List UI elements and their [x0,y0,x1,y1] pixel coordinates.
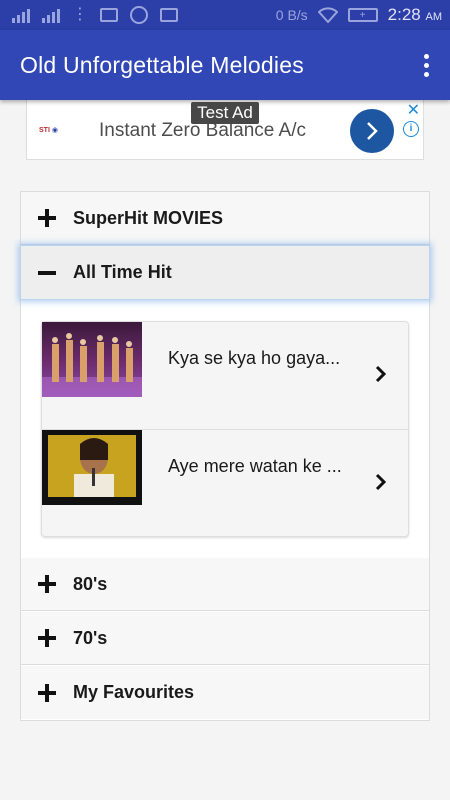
net-speed-text: 0 B/s [275,7,308,23]
more-notifications-icon: ⋮ [72,6,88,23]
chevron-right-icon[interactable] [375,365,387,383]
ad-info-icon[interactable]: i [403,121,419,137]
category-label: 70's [73,627,108,648]
song-thumbnail [42,430,142,505]
gallery-icon [100,8,118,22]
song-item[interactable]: Kya se kya ho gaya... [42,322,408,429]
status-bar: ⋮ 0 B/s + 2:28 AM [0,0,450,30]
minus-icon [21,264,73,282]
status-left-icons: ⋮ [12,6,178,24]
ad-logo: STI ◉ [39,127,58,134]
whatsapp-icon [130,6,148,24]
signal-2-icon [42,7,60,23]
app-bar: Old Unforgettable Melodies [0,30,450,100]
song-title: Aye mere watan ke ... [168,456,342,476]
plus-icon [21,683,73,702]
category-label: SuperHit MOVIES [73,207,224,228]
chevron-right-icon [367,122,378,140]
clock-ampm: AM [425,11,443,23]
category-row-80s[interactable]: 80's [21,558,429,611]
test-ad-label: Test Ad [191,102,259,124]
ad-close-icon[interactable]: ✕ [407,100,420,120]
song-thumbnail [42,322,142,397]
clock-time: 2:28 [387,5,421,24]
category-row-my-favourites[interactable]: My Favourites [21,666,429,719]
gmail-icon [160,8,178,22]
song-item[interactable]: Aye mere watan ke ... [42,429,408,536]
status-right: 0 B/s + 2:28 AM [276,5,442,25]
category-label: 80's [73,573,108,594]
category-row-70s[interactable]: 70's [21,612,429,665]
battery-icon: + [347,8,378,22]
more-vert-icon[interactable] [424,54,432,77]
category-row-superhit-movies[interactable]: SuperHit MOVIES [21,192,429,245]
clock: 2:28 AM [388,5,442,25]
ad-arrow-button[interactable] [350,109,394,153]
category-row-all-time-hit[interactable]: All Time Hit [20,245,430,300]
plus-icon [21,209,73,227]
plus-icon [21,575,73,593]
song-title: Kya se kya ho gaya... [168,348,341,368]
chevron-right-icon[interactable] [375,473,387,491]
category-label: All Time Hit [73,262,172,282]
wifi-icon [317,7,338,23]
song-list: Kya se kya ho gaya... Aye mere watan ke … [41,321,409,537]
expanded-content: Kya se kya ho gaya... Aye mere watan ke … [21,301,429,559]
plus-icon [21,629,73,647]
category-label: My Favourites [73,682,195,702]
app-title: Old Unforgettable Melodies [20,51,304,78]
category-accordion: SuperHit MOVIES All Time Hit Kya se kya … [20,191,430,721]
signal-icon [12,7,30,23]
